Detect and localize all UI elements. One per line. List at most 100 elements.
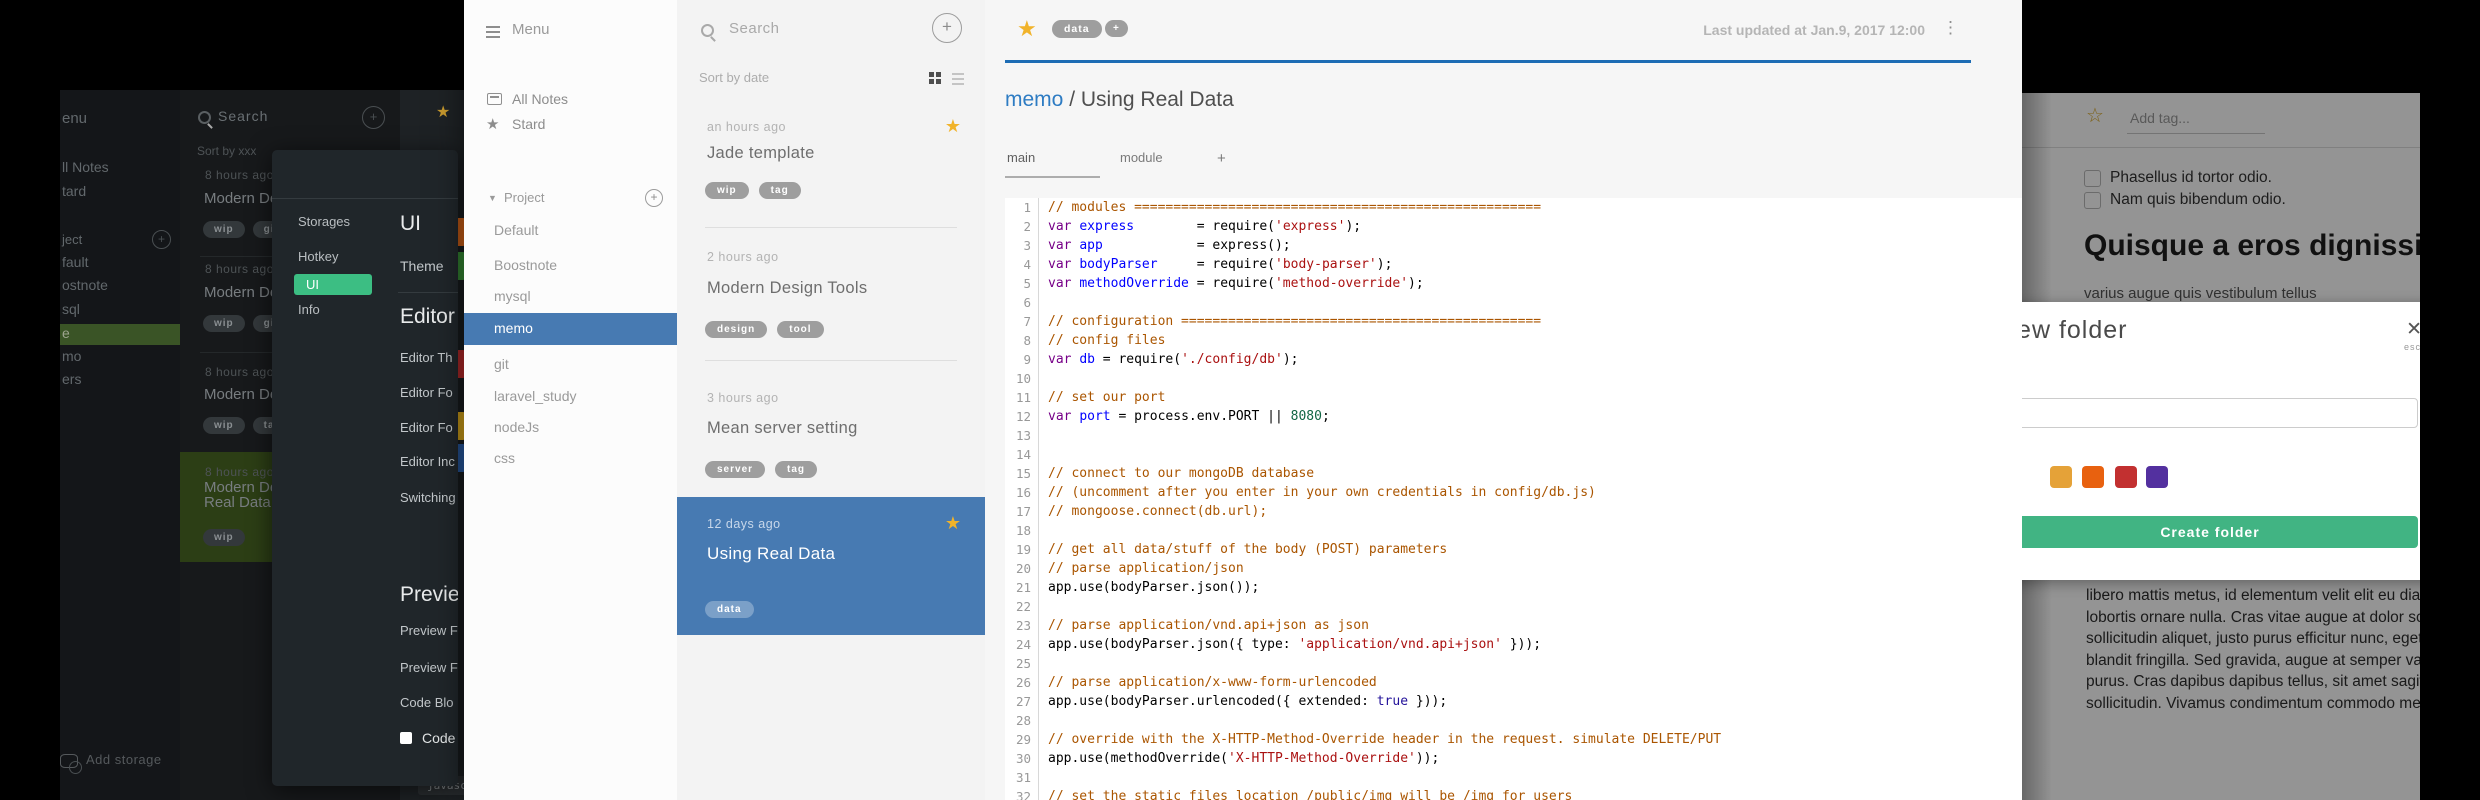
new-note-button[interactable]: + xyxy=(932,13,962,43)
line-number: 23 xyxy=(1005,616,1039,635)
dark-search-input[interactable]: Search xyxy=(218,108,268,124)
tag-pill: data xyxy=(705,601,754,618)
tag-pill: tag xyxy=(758,182,801,199)
tab-main[interactable]: main xyxy=(1007,150,1035,165)
color-swatch[interactable] xyxy=(2115,466,2137,488)
dark-sidebar-item-all-notes[interactable]: ll Notes xyxy=(62,159,109,175)
sidebar-item-all-notes[interactable]: All Notes xyxy=(512,91,568,107)
code-line: 9 var db = require('./config/db'); xyxy=(1005,350,2022,369)
settings-row[interactable]: Editor Fo xyxy=(400,385,453,400)
settings-checkbox-label: Code B xyxy=(422,730,458,746)
code-text: // parse application/vnd.api+json as jso… xyxy=(1048,618,1369,633)
dark-add-folder-icon[interactable]: + xyxy=(152,230,171,249)
settings-checkbox[interactable] xyxy=(400,732,412,744)
dark-project-header: ject xyxy=(62,232,83,247)
sidebar-folder-nodeJs[interactable]: nodeJs xyxy=(464,412,677,443)
dark-menu-button[interactable]: enu xyxy=(62,110,87,127)
hamburger-icon[interactable] xyxy=(486,23,500,41)
note-list-item[interactable]: 12 days ago ★ Using Real Data data xyxy=(677,497,985,635)
note-list-item[interactable]: 2 hours ago Modern Design Tools design tool xyxy=(677,228,985,361)
dark-folder-item[interactable]: ostnote xyxy=(62,277,108,293)
create-folder-button[interactable]: Create folder xyxy=(2022,516,2418,548)
note-tags: server tag xyxy=(705,459,827,478)
breadcrumb-folder[interactable]: memo xyxy=(1005,88,1063,111)
tag-pill: wip xyxy=(705,182,749,199)
note-time: an hours ago xyxy=(707,120,786,134)
code-line: 31 xyxy=(1005,768,2022,787)
dark-folder-item[interactable]: mo xyxy=(62,348,81,364)
sidebar-folder-mysql[interactable]: mysql xyxy=(464,281,677,312)
note-star-icon[interactable]: ★ xyxy=(1017,16,1037,42)
settings-page-title: UI xyxy=(400,212,421,235)
chevron-down-icon[interactable]: ▼ xyxy=(488,193,497,203)
settings-row[interactable]: Preview F xyxy=(400,660,458,675)
settings-row[interactable]: Editor Th xyxy=(400,350,453,365)
sidebar-folder-css[interactable]: css xyxy=(464,443,677,474)
add-tag-button[interactable]: + xyxy=(1105,20,1128,37)
dark-folder-item[interactable]: fault xyxy=(62,254,88,270)
dark-sidebar: enu ll Notes tard ject + fault ostnote sql… xyxy=(60,90,180,800)
dark-star-icon[interactable]: ★ xyxy=(436,102,450,122)
note-tags: data xyxy=(705,599,764,618)
code-line: 8 // config files xyxy=(1005,331,2022,350)
code-line: 21 app.use(bodyParser.json()); xyxy=(1005,578,2022,597)
code-text: var app = express(); xyxy=(1048,238,1291,253)
settings-row[interactable]: Switching xyxy=(400,490,456,505)
new-tab-button[interactable]: + xyxy=(1217,150,1226,167)
dark-folder-item[interactable]: sql xyxy=(62,301,80,317)
settings-tab-ui[interactable]: UI xyxy=(294,274,372,295)
settings-row[interactable]: Preview F xyxy=(400,623,458,638)
settings-row[interactable]: Editor Fo xyxy=(400,420,453,435)
note-list-item[interactable]: 3 hours ago Mean server setting server tag xyxy=(677,361,985,497)
color-swatch[interactable] xyxy=(2146,466,2168,488)
settings-tab-info[interactable]: Info xyxy=(298,302,320,317)
settings-row[interactable]: Editor Inc xyxy=(400,454,455,469)
grid-view-icon[interactable] xyxy=(929,72,942,85)
settings-tab-storages[interactable]: Storages xyxy=(298,214,350,229)
tab-module[interactable]: module xyxy=(1120,150,1163,165)
sidebar-folder-git[interactable]: git xyxy=(464,349,677,380)
right-boostnote-window: ☆ Add tag... Phasellus id tortor odio. N… xyxy=(2022,93,2420,800)
dark-folder-item[interactable]: ers xyxy=(62,371,81,387)
search-input[interactable]: Search xyxy=(729,20,780,37)
dark-sort-label[interactable]: Sort by xxx xyxy=(197,144,256,158)
settings-row[interactable]: Code Blo xyxy=(400,695,453,710)
folder-name-input[interactable] xyxy=(2022,398,2418,428)
close-icon[interactable]: ✕ xyxy=(2406,318,2420,341)
note-list-item[interactable]: an hours ago ★ Jade template wip tag xyxy=(677,100,985,228)
menu-button[interactable]: Menu xyxy=(512,21,550,38)
settings-tab-hotkey[interactable]: Hotkey xyxy=(298,249,338,264)
color-swatch[interactable] xyxy=(2082,466,2104,488)
dark-new-note-button[interactable]: + xyxy=(362,106,385,129)
code-line: 28 xyxy=(1005,711,2022,730)
project-header[interactable]: Project xyxy=(504,190,544,205)
code-line: 6 xyxy=(1005,293,2022,312)
note-tag-pill[interactable]: data xyxy=(1052,20,1102,38)
kebab-menu-icon[interactable]: ⋮ xyxy=(1942,18,1959,38)
note-star-icon[interactable]: ★ xyxy=(945,513,961,534)
sidebar-folder-memo[interactable]: memo xyxy=(464,313,677,345)
boostnote-main-window: Menu All Notes ★ Stard ▼ Project + Defau… xyxy=(464,0,2022,800)
sidebar-folder-laravel_study[interactable]: laravel_study xyxy=(464,381,677,412)
dark-sidebar-item-starred[interactable]: tard xyxy=(62,183,86,199)
sidebar-folder-Default[interactable]: Default xyxy=(464,215,677,246)
line-number: 24 xyxy=(1005,635,1039,654)
code-text: app.use(bodyParser.json({ type: 'applica… xyxy=(1048,637,1542,652)
note-star-icon[interactable]: ★ xyxy=(945,116,961,137)
code-editor[interactable]: 1 // modules ============================… xyxy=(1005,198,2022,800)
sidebar-folder-Boostnote[interactable]: Boostnote xyxy=(464,250,677,281)
list-view-icon[interactable] xyxy=(951,73,964,86)
tag-pill: tag xyxy=(775,461,818,478)
dark-folder-item[interactable]: e xyxy=(62,325,70,341)
sort-selector[interactable]: Sort by date xyxy=(699,70,769,85)
tag-pill: tool xyxy=(777,321,824,338)
dark-selected-folder-row[interactable] xyxy=(60,324,180,345)
color-swatch[interactable] xyxy=(2050,466,2072,488)
settings-modal: Storages Hotkey UI Info UI Theme Editor … xyxy=(272,150,458,786)
add-folder-icon[interactable]: + xyxy=(645,189,663,207)
sidebar-item-starred[interactable]: Stard xyxy=(512,116,545,132)
